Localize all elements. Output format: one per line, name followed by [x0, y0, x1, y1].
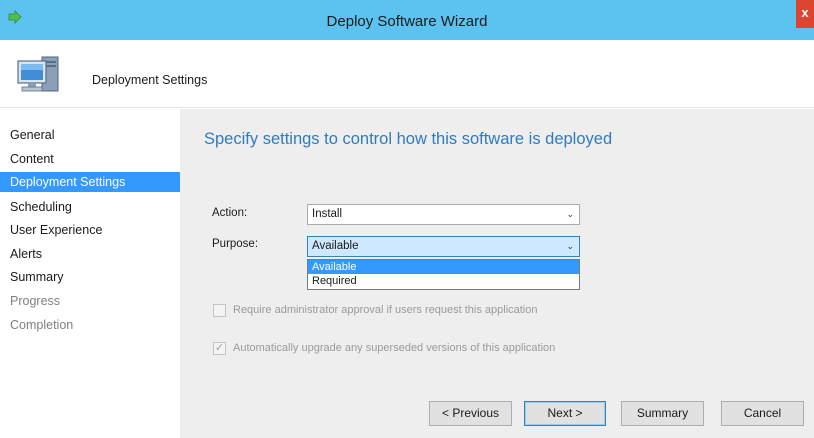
action-select-value: Install	[312, 208, 343, 220]
nav-item-deployment-settings[interactable]: Deployment Settings	[0, 172, 180, 192]
admin-approval-checkbox[interactable]	[213, 304, 226, 317]
wizard-header: Deployment Settings	[0, 40, 814, 108]
nav-item-content[interactable]: Content	[0, 149, 180, 169]
purpose-option-available[interactable]: Available	[308, 260, 579, 274]
purpose-select-value: Available	[312, 240, 359, 252]
chevron-down-icon: ⌄	[566, 209, 574, 219]
page-heading: Specify settings to control how this sof…	[204, 130, 613, 148]
close-button[interactable]: x	[796, 0, 814, 28]
computer-icon	[17, 56, 59, 92]
action-label: Action:	[212, 207, 248, 219]
window-title: Deploy Software Wizard	[326, 13, 488, 30]
wizard-steps-nav: General Content Deployment Settings Sche…	[0, 109, 180, 438]
action-select[interactable]: Install ⌄	[307, 204, 580, 225]
title-bar[interactable]: Deploy Software Wizard x	[0, 0, 814, 40]
auto-upgrade-label: Automatically upgrade any superseded ver…	[233, 342, 556, 354]
purpose-select[interactable]: Available ⌄	[307, 236, 580, 257]
purpose-dropdown-list: Available Required	[307, 259, 580, 290]
previous-button[interactable]: < Previous	[429, 401, 512, 426]
purpose-label: Purpose:	[212, 238, 259, 250]
purpose-option-required[interactable]: Required	[308, 274, 579, 288]
nav-item-completion: Completion	[10, 318, 74, 332]
nav-item-alerts[interactable]: Alerts	[0, 244, 180, 264]
auto-upgrade-checkbox[interactable]: ✓	[213, 342, 226, 355]
cancel-button[interactable]: Cancel	[721, 401, 804, 426]
nav-item-progress: Progress	[10, 294, 61, 308]
nav-item-user-experience[interactable]: User Experience	[0, 220, 180, 240]
chevron-down-icon: ⌄	[566, 241, 574, 251]
admin-approval-label: Require administrator approval if users …	[233, 304, 538, 316]
nav-item-summary[interactable]: Summary	[0, 267, 180, 287]
page-title: Deployment Settings	[92, 73, 208, 87]
next-button[interactable]: Next >	[524, 401, 606, 426]
nav-item-general[interactable]: General	[0, 125, 180, 145]
nav-item-scheduling[interactable]: Scheduling	[0, 197, 180, 217]
main-panel: Specify settings to control how this sof…	[180, 109, 814, 438]
summary-button[interactable]: Summary	[621, 401, 704, 426]
